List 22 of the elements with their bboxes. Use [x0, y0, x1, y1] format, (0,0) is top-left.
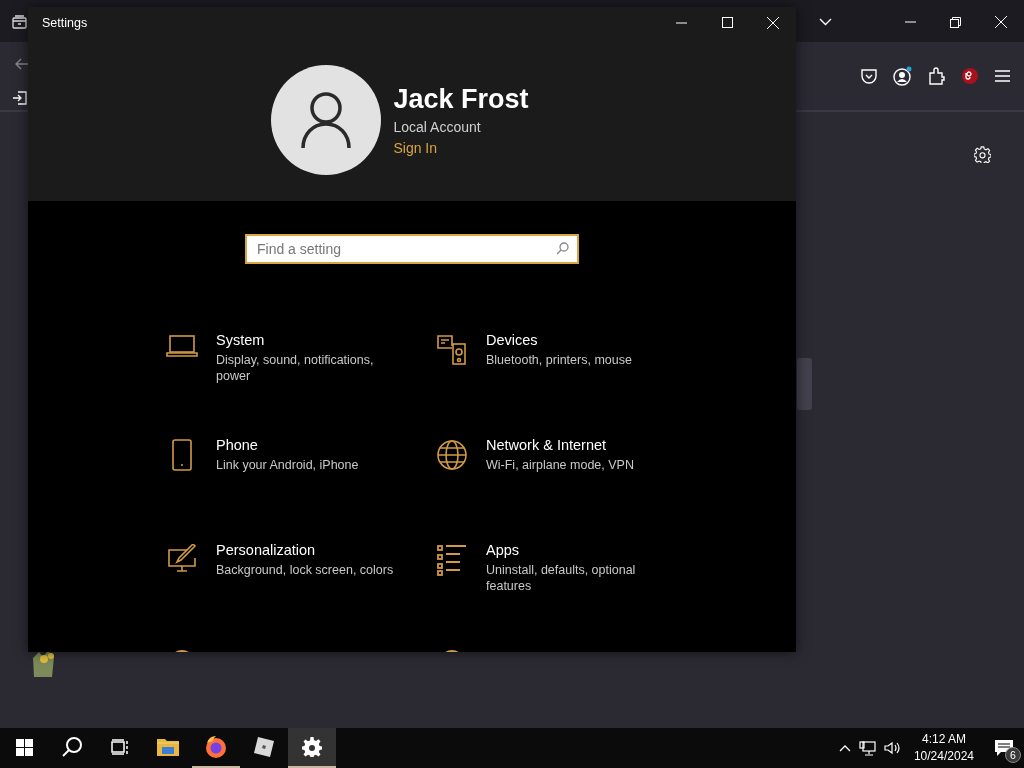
- category-description: Wi-Fi, airplane mode, VPN: [486, 457, 635, 473]
- category-description: Background, lock screen, colors: [216, 562, 395, 578]
- clock-date: 10/24/2024: [913, 748, 974, 765]
- notification-count: 6: [1005, 747, 1021, 763]
- category-title[interactable]: Devices: [486, 332, 671, 348]
- account-name: Jack Frost: [393, 83, 529, 115]
- search-field[interactable]: Find a setting: [245, 234, 579, 264]
- clock[interactable]: 4:12 AM 10/24/2024: [903, 731, 984, 765]
- clock-time: 4:12 AM: [920, 731, 967, 748]
- sign-in-link[interactable]: Sign In: [393, 139, 529, 156]
- category-description: Display, sound, notifications, power: [216, 352, 375, 384]
- category-title[interactable]: Network & Internet: [486, 437, 671, 453]
- notifications-button[interactable]: 6: [984, 728, 1024, 768]
- category-title[interactable]: Personalization: [216, 542, 401, 558]
- category-description: Link your Android, iPhone: [216, 457, 360, 473]
- category-title[interactable]: Phone: [216, 437, 401, 453]
- category-title[interactable]: Apps: [486, 542, 671, 558]
- category-title[interactable]: System: [216, 332, 401, 348]
- category-description: Uninstall, defaults, optional features: [486, 562, 637, 594]
- account-type: Local Account: [393, 118, 482, 135]
- category-description: Bluetooth, printers, mouse: [486, 352, 633, 368]
- window-title: Settings: [41, 15, 89, 30]
